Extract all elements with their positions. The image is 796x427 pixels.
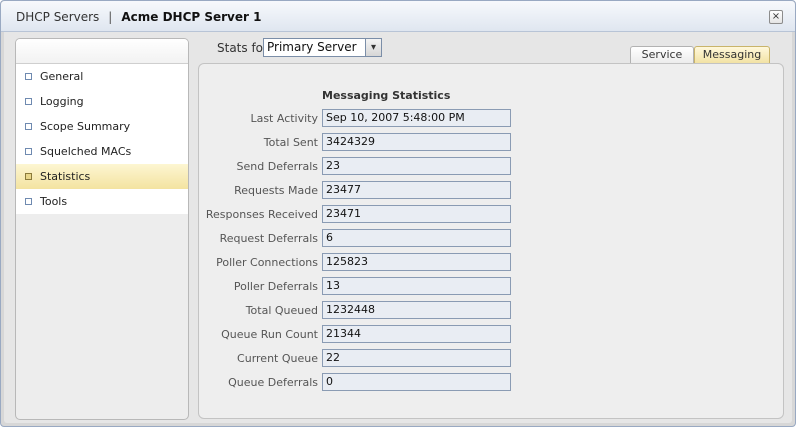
stat-row-send-deferrals: Send Deferrals 23	[199, 157, 783, 177]
stat-value-field[interactable]: 22	[322, 349, 511, 367]
sidebar-item-label: Statistics	[40, 170, 91, 183]
sidebar-item-label: Logging	[40, 95, 84, 108]
stat-label: Total Queued	[245, 304, 318, 317]
stat-row-last-activity: Last Activity Sep 10, 2007 5:48:00 PM	[199, 109, 783, 129]
sidebar-item-logging[interactable]: Logging	[16, 89, 188, 114]
stat-value-field[interactable]: 21344	[322, 325, 511, 343]
stat-value-field[interactable]: 6	[322, 229, 511, 247]
window-titlebar: DHCP Servers | Acme DHCP Server 1 ×	[1, 1, 795, 32]
stat-label: Poller Deferrals	[233, 280, 318, 293]
stat-label: Queue Run Count	[221, 328, 318, 341]
stat-value-field[interactable]: 23	[322, 157, 511, 175]
window-title: Acme DHCP Server 1	[121, 10, 262, 24]
tab-messaging[interactable]: Messaging	[694, 46, 770, 63]
stat-value-field[interactable]: 23471	[322, 205, 511, 223]
stat-row-responses-received: Responses Received 23471	[199, 205, 783, 225]
dhcp-server-window: DHCP Servers | Acme DHCP Server 1 × Genera…	[0, 0, 796, 427]
sidebar-header	[16, 39, 188, 64]
stat-value-field[interactable]: 23477	[322, 181, 511, 199]
stat-row-total-queued: Total Queued 1232448	[199, 301, 783, 321]
chevron-down-icon[interactable]: ▾	[365, 39, 381, 56]
stat-value-field[interactable]: 3424329	[322, 133, 511, 151]
stat-label: Total Sent	[263, 136, 318, 149]
sidebar-item-label: General	[40, 70, 84, 83]
sidebar-item-label: Tools	[40, 195, 68, 208]
bullet-icon	[25, 98, 32, 105]
sidebar-item-statistics[interactable]: Statistics	[16, 164, 188, 189]
stat-row-requests-made: Requests Made 23477	[199, 181, 783, 201]
sidebar-item-tools[interactable]: Tools	[16, 189, 188, 214]
stat-row-poller-deferrals: Poller Deferrals 13	[199, 277, 783, 297]
stats-for-selected-value: Primary Server	[267, 40, 357, 54]
stat-value-field[interactable]: Sep 10, 2007 5:48:00 PM	[322, 109, 511, 127]
section-title: Messaging Statistics	[322, 89, 451, 102]
window-body: General Logging Scope Summary Squelched …	[4, 32, 792, 423]
stat-row-total-sent: Total Sent 3424329	[199, 133, 783, 153]
stat-label: Queue Deferrals	[228, 376, 318, 389]
stat-row-queue-deferrals: Queue Deferrals 0	[199, 373, 783, 393]
stat-label: Responses Received	[205, 208, 318, 221]
bullet-icon	[25, 148, 32, 155]
stat-row-poller-connections: Poller Connections 125823	[199, 253, 783, 273]
stat-label: Requests Made	[234, 184, 318, 197]
stat-value-field[interactable]: 125823	[322, 253, 511, 271]
bullet-icon	[25, 123, 32, 130]
stat-label: Poller Connections	[216, 256, 318, 269]
sidebar: General Logging Scope Summary Squelched …	[15, 38, 189, 420]
sidebar-item-general[interactable]: General	[16, 64, 188, 89]
messaging-panel: Messaging Statistics Last Activity Sep 10…	[198, 63, 784, 419]
bullet-icon	[25, 198, 32, 205]
stat-label: Send Deferrals	[236, 160, 318, 173]
close-icon[interactable]: ×	[769, 10, 783, 24]
title-breadcrumb: DHCP Servers | Acme DHCP Server 1	[16, 10, 261, 24]
stat-label: Last Activity	[250, 112, 318, 125]
stat-label: Current Queue	[237, 352, 318, 365]
stat-label: Request Deferrals	[219, 232, 318, 245]
bullet-icon	[25, 73, 32, 80]
stat-row-queue-run-count: Queue Run Count 21344	[199, 325, 783, 345]
stat-value-field[interactable]: 1232448	[322, 301, 511, 319]
sidebar-item-scope-summary[interactable]: Scope Summary	[16, 114, 188, 139]
stat-row-request-deferrals: Request Deferrals 6	[199, 229, 783, 249]
stat-row-current-queue: Current Queue 22	[199, 349, 783, 369]
breadcrumb-separator: |	[108, 10, 113, 24]
tab-service[interactable]: Service	[630, 46, 694, 63]
stats-for-label: Stats for	[217, 41, 268, 55]
sidebar-item-squelched-macs[interactable]: Squelched MACs	[16, 139, 188, 164]
sidebar-item-label: Squelched MACs	[40, 145, 132, 158]
bullet-icon	[25, 173, 32, 180]
breadcrumb-dhcp-servers[interactable]: DHCP Servers	[16, 10, 99, 24]
stat-value-field[interactable]: 13	[322, 277, 511, 295]
sidebar-nav: General Logging Scope Summary Squelched …	[16, 64, 188, 214]
stat-value-field[interactable]: 0	[322, 373, 511, 391]
sidebar-item-label: Scope Summary	[40, 120, 131, 133]
stats-for-select[interactable]: Primary Server ▾	[263, 38, 382, 57]
